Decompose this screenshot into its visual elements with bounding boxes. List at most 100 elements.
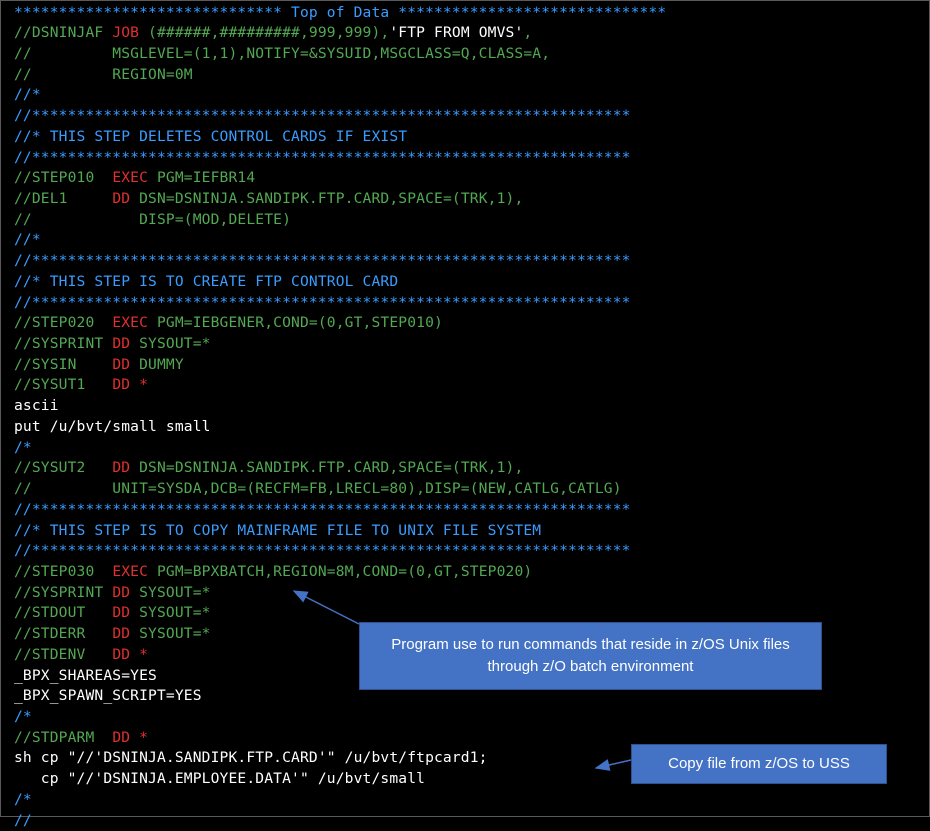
code-token: // DISP=(MOD,DELETE) (14, 210, 292, 228)
code-token: EXEC (112, 169, 149, 187)
code-token: SYSOUT=* (130, 604, 211, 622)
code-line: /* (14, 438, 32, 459)
code-token: //SYSUT2 (14, 459, 113, 477)
code-token: DD (112, 459, 131, 477)
callout-copy: Copy file from z/OS to USS (631, 744, 887, 784)
callout-bpxbatch-text: Program use to run commands that reside … (391, 636, 790, 675)
code-line: //**************************************… (14, 541, 631, 562)
code-line: //STEP030 EXEC PGM=BPXBATCH,REGION=8M,CO… (14, 562, 532, 583)
code-line: put /u/bvt/small small (14, 417, 211, 438)
code-token: //* THIS STEP IS TO CREATE FTP CONTROL C… (14, 272, 399, 290)
code-token: DD (112, 335, 131, 353)
code-token: DSN=DSNINJA.SANDIPK.FTP.CARD,SPACE=(TRK,… (130, 189, 524, 207)
code-token: //**************************************… (14, 148, 631, 166)
code-line: //SYSUT2 DD DSN=DSNINJA.SANDIPK.FTP.CARD… (14, 458, 523, 479)
code-token: //SYSUT1 (14, 376, 113, 394)
code-token: DD * (112, 645, 149, 663)
code-token: //**************************************… (14, 500, 631, 518)
code-token: //* THIS STEP DELETES CONTROL CARDS IF E… (14, 127, 408, 145)
code-token: //DEL1 (14, 189, 113, 207)
code-token: EXEC (112, 314, 149, 332)
code-line: //STDOUT DD SYSOUT=* (14, 603, 211, 624)
code-line: // UNIT=SYSDA,DCB=(RECFM=FB,LRECL=80),DI… (14, 479, 622, 500)
code-token: //SYSPRINT (14, 583, 113, 601)
code-line: //**************************************… (14, 251, 631, 272)
code-token: //* THIS STEP IS TO COPY MAINFRAME FILE … (14, 521, 542, 539)
code-token: // REGION=0M (14, 65, 193, 83)
code-line: //* THIS STEP IS TO COPY MAINFRAME FILE … (14, 521, 541, 542)
code-line: //SYSIN DD DUMMY (14, 355, 184, 376)
code-token: //STDERR (14, 625, 113, 643)
code-token: //* (14, 86, 41, 104)
code-token: sh cp "//'DSNINJA.SANDIPK.FTP.CARD'" /u/… (14, 749, 488, 767)
code-line: //SYSPRINT DD SYSOUT=* (14, 583, 211, 604)
code-token: ascii (14, 397, 59, 415)
code-token: // (14, 811, 32, 829)
code-line: /* (14, 790, 32, 811)
code-token: DD (112, 189, 131, 207)
code-token: SYSOUT=* (130, 625, 211, 643)
code-line: //* THIS STEP IS TO CREATE FTP CONTROL C… (14, 272, 398, 293)
code-token: //STEP010 (14, 169, 113, 187)
code-line: //**************************************… (14, 148, 631, 169)
code-line: ****************************** Top of Da… (14, 3, 666, 24)
code-token: DSN=DSNINJA.SANDIPK.FTP.CARD,SPACE=(TRK,… (130, 459, 524, 477)
code-line: _BPX_SHAREAS=YES (14, 666, 157, 687)
code-line: //* (14, 230, 41, 251)
code-token: EXEC (112, 562, 149, 580)
callout-bpxbatch: Program use to run commands that reside … (359, 622, 822, 690)
code-token: _BPX_SHAREAS=YES (14, 666, 157, 684)
code-line: //* THIS STEP DELETES CONTROL CARDS IF E… (14, 127, 407, 148)
code-line: //SYSUT1 DD * (14, 375, 148, 396)
code-line: // MSGLEVEL=(1,1),NOTIFY=&SYSUID,MSGCLAS… (14, 44, 550, 65)
code-line: //**************************************… (14, 293, 631, 314)
code-line: // DISP=(MOD,DELETE) (14, 210, 291, 231)
code-token: // UNIT=SYSDA,DCB=(RECFM=FB,LRECL=80),DI… (14, 480, 622, 498)
code-token: /* (14, 707, 32, 725)
code-token: DD (112, 583, 131, 601)
code-line: //SYSPRINT DD SYSOUT=* (14, 334, 211, 355)
code-token: //SYSIN (14, 355, 113, 373)
code-line: //* (14, 85, 41, 106)
code-token: //STDPARM (14, 728, 113, 746)
code-line: //**************************************… (14, 500, 631, 521)
code-token: //**************************************… (14, 107, 631, 125)
code-line: //**************************************… (14, 106, 631, 127)
code-line: //DSNINJAF JOB (######,#########,999,999… (14, 23, 532, 44)
code-line: // REGION=0M (14, 65, 193, 86)
code-token: PGM=IEFBR14 (148, 169, 256, 187)
code-line: //STEP020 EXEC PGM=IEBGENER,COND=(0,GT,S… (14, 313, 443, 334)
code-token: /* (14, 438, 32, 456)
code-token: // MSGLEVEL=(1,1),NOTIFY=&SYSUID,MSGCLAS… (14, 44, 551, 62)
code-token: _BPX_SPAWN_SCRIPT=YES (14, 687, 202, 705)
code-line: //STDERR DD SYSOUT=* (14, 624, 211, 645)
code-line: //STEP010 EXEC PGM=IEFBR14 (14, 168, 255, 189)
code-token: //STEP030 (14, 562, 113, 580)
code-token: put /u/bvt/small small (14, 417, 211, 435)
code-token: JOB (112, 24, 140, 42)
code-token: //* (14, 231, 41, 249)
code-token: //STDENV (14, 645, 113, 663)
code-token: SYSOUT=* (130, 335, 211, 353)
code-token: //**************************************… (14, 293, 631, 311)
code-token: SYSOUT=* (130, 583, 211, 601)
code-token: PGM=BPXBATCH,REGION=8M,COND=(0,GT,STEP02… (148, 562, 533, 580)
code-token: 'FTP FROM OMVS' (389, 24, 524, 42)
code-line: // (14, 811, 32, 831)
code-line: sh cp "//'DSNINJA.SANDIPK.FTP.CARD'" /u/… (14, 748, 488, 769)
code-token: DD (112, 355, 131, 373)
code-line: //DEL1 DD DSN=DSNINJA.SANDIPK.FTP.CARD,S… (14, 189, 523, 210)
code-line: /* (14, 707, 32, 728)
code-token: //STDOUT (14, 604, 113, 622)
code-line: _BPX_SPAWN_SCRIPT=YES (14, 686, 202, 707)
code-token: DD (112, 604, 131, 622)
code-token: PGM=IEBGENER,COND=(0,GT,STEP010) (148, 314, 443, 332)
code-token: //SYSPRINT (14, 335, 113, 353)
code-token: //**************************************… (14, 542, 631, 560)
code-line: ascii (14, 396, 59, 417)
code-token: //DSNINJAF (14, 24, 113, 42)
callout-copy-text: Copy file from z/OS to USS (668, 755, 850, 772)
code-token: cp "//'DSNINJA.EMPLOYEE.DATA'" /u/bvt/sm… (14, 770, 426, 788)
code-line: //STDENV DD * (14, 645, 148, 666)
terminal-screen: ****************************** Top of Da… (0, 0, 930, 829)
